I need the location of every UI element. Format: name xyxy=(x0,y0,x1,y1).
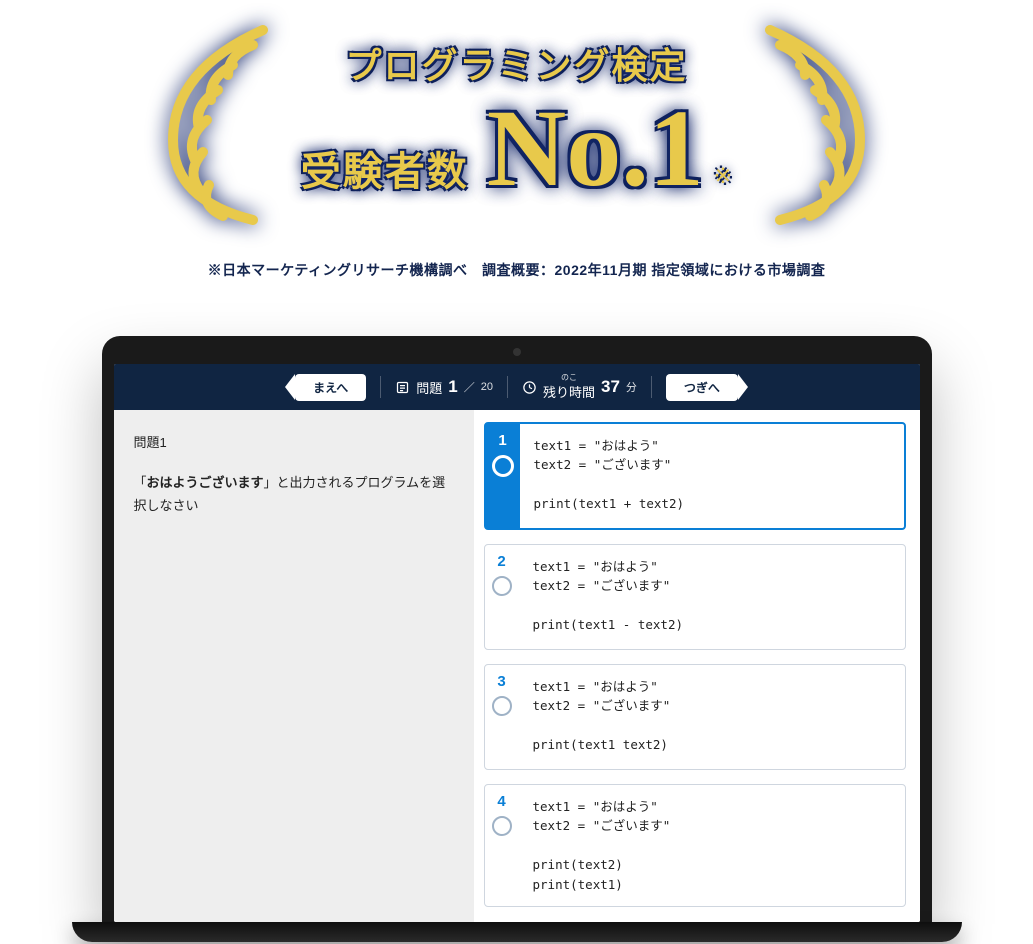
time-value: 37 xyxy=(601,377,620,397)
choice-code: text1 = "おはよう" text2 = "ございます" print(tex… xyxy=(519,785,905,906)
radio-icon xyxy=(492,455,514,477)
choice-badge: 1 xyxy=(486,424,520,528)
exam-screen: まえへ 問題 1 ／ 20 xyxy=(114,364,920,922)
laurel-left-icon xyxy=(133,10,293,230)
choice-number: 1 xyxy=(498,432,506,449)
answer-choice-4[interactable]: 4 text1 = "おはよう" text2 = "ございます" print(te… xyxy=(484,784,906,907)
question-sep: ／ xyxy=(464,379,475,395)
divider xyxy=(380,376,381,398)
answer-choice-1[interactable]: 1 text1 = "おはよう" text2 = "ございます" print(te… xyxy=(484,422,906,530)
divider xyxy=(651,376,652,398)
list-icon xyxy=(395,380,410,395)
question-label: 問題 xyxy=(416,378,442,397)
camera-dot-icon xyxy=(513,348,521,356)
choice-code: text1 = "おはよう" text2 = "ございます" print(tex… xyxy=(520,424,904,528)
award-subtitle: 受験者数 xyxy=(301,139,469,197)
choice-code: text1 = "おはよう" text2 = "ございます" print(tex… xyxy=(519,665,905,769)
question-body-bold: おはようございます xyxy=(147,475,264,490)
time-ruby: のこ xyxy=(543,374,595,382)
award-no1: No.1 xyxy=(487,93,704,203)
question-counter: 問題 1 ／ 20 xyxy=(395,377,493,397)
answer-choice-3[interactable]: 3 text1 = "おはよう" text2 = "ございます" print(te… xyxy=(484,664,906,770)
question-title: 問題1 xyxy=(134,432,454,451)
divider xyxy=(507,376,508,398)
laptop-base xyxy=(72,922,962,942)
radio-icon xyxy=(492,576,512,596)
question-pane: 問題1 「おはようございます」と出力されるプログラムを選択しなさい xyxy=(114,410,474,922)
prev-button[interactable]: まえへ xyxy=(295,374,366,401)
question-body-prefix: 「 xyxy=(134,475,147,490)
award-banner: プログラミング検定 受験者数 No.1 ※ ※日本マーケティングリサーチ機構調べ… xyxy=(0,0,1033,280)
prev-button-label: まえへ xyxy=(313,381,348,395)
clock-icon xyxy=(522,380,537,395)
next-button-label: つぎへ xyxy=(684,381,720,395)
choice-badge: 2 xyxy=(485,545,519,649)
question-total: 20 xyxy=(481,381,493,393)
award-footnote-mark: ※ xyxy=(714,163,732,189)
choice-code: text1 = "おはよう" text2 = "ございます" print(tex… xyxy=(519,545,905,649)
choice-number: 2 xyxy=(497,553,505,570)
choice-number: 4 xyxy=(497,793,505,810)
choice-number: 3 xyxy=(497,673,505,690)
answers-pane: 1 text1 = "おはよう" text2 = "ございます" print(te… xyxy=(474,410,920,922)
timer: のこ 残り時間 37 分 xyxy=(522,374,637,401)
next-button[interactable]: つぎへ xyxy=(666,374,738,401)
laptop-mock: まえへ 問題 1 ／ 20 xyxy=(102,336,932,942)
laurel-right-icon xyxy=(740,10,900,230)
time-label: 残り時間 xyxy=(543,385,595,400)
question-body: 「おはようございます」と出力されるプログラムを選択しなさい xyxy=(134,471,454,518)
exam-topbar: まえへ 問題 1 ／ 20 xyxy=(114,364,920,410)
choice-badge: 4 xyxy=(485,785,519,906)
choice-badge: 3 xyxy=(485,665,519,769)
radio-icon xyxy=(492,816,512,836)
time-unit: 分 xyxy=(626,379,637,395)
award-caption: ※日本マーケティングリサーチ機構調べ 調査概要：2022年11月期 指定領域にお… xyxy=(0,260,1033,280)
radio-icon xyxy=(492,696,512,716)
question-current: 1 xyxy=(448,377,457,397)
answer-choice-2[interactable]: 2 text1 = "おはよう" text2 = "ございます" print(te… xyxy=(484,544,906,650)
award-line1: プログラミング検定 xyxy=(301,37,732,89)
